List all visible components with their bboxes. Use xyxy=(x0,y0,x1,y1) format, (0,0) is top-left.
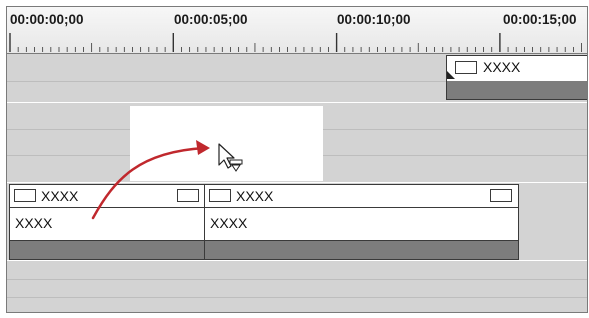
clip-name: XXXX xyxy=(41,188,79,204)
clip-name: XXXX xyxy=(483,59,521,75)
clip-sub-label: XXXX xyxy=(15,215,53,231)
timeline-panel: 00:00:00;00 00:00:05;00 00:00:10;00 00:0… xyxy=(6,6,588,313)
clip-name: XXXX xyxy=(236,188,274,204)
drop-target-zone xyxy=(130,106,323,181)
clip-thumbnail-icon xyxy=(209,189,231,202)
timeline-clip[interactable]: XXXX xyxy=(446,55,587,100)
clip-sub-label: XXXX xyxy=(210,215,248,231)
clip-corner-marker-icon xyxy=(447,71,455,79)
track-row-4[interactable] xyxy=(7,261,587,312)
clip-end-thumbnail-icon xyxy=(490,189,512,202)
clip-thumbnail-icon xyxy=(455,61,477,74)
clip-end-thumbnail-icon xyxy=(177,189,199,202)
timeline-clip[interactable]: XXXX XXXX xyxy=(204,184,519,260)
timeline-clip[interactable]: XXXX XXXX xyxy=(9,184,206,260)
clip-thumbnail-icon xyxy=(14,189,36,202)
ruler-ticks xyxy=(9,33,582,52)
timecode-ruler[interactable]: 00:00:00;00 00:00:05;00 00:00:10;00 00:0… xyxy=(7,7,587,54)
